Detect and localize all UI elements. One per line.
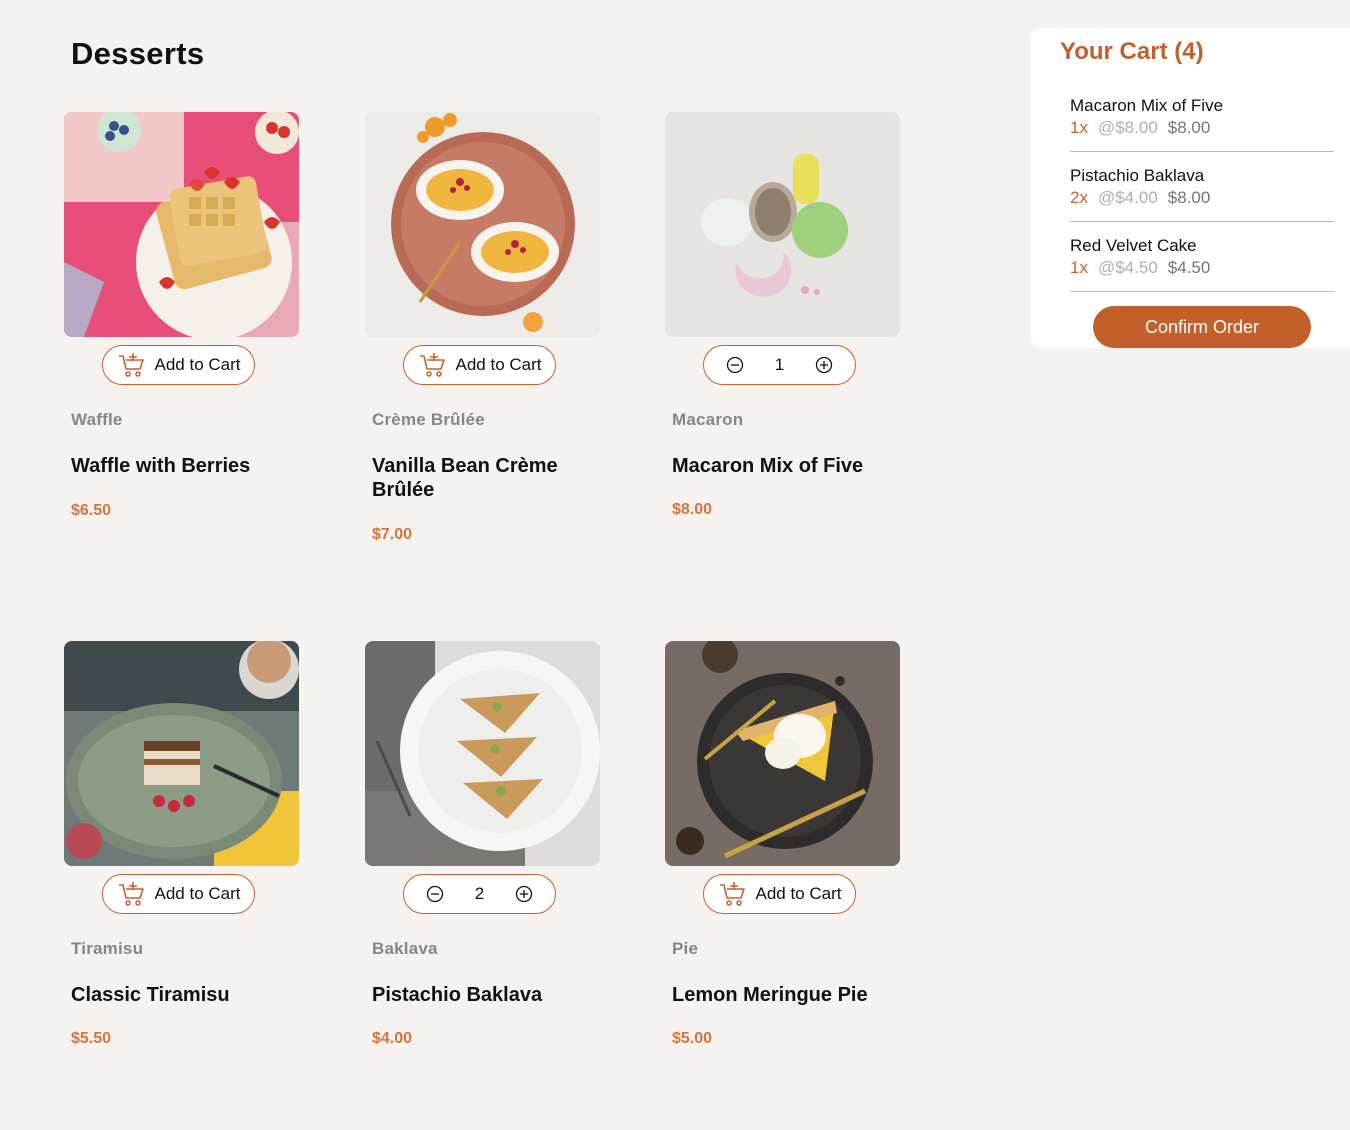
cart-item-unit-price: @$4.50 bbox=[1097, 258, 1158, 277]
decrement-button[interactable] bbox=[426, 885, 444, 903]
cart-item-qty: 2x bbox=[1070, 188, 1088, 207]
cart-item-name: Macaron Mix of Five bbox=[1070, 96, 1224, 115]
cart-item: Macaron Mix of Five 1x @$8.00 $8.00 bbox=[1070, 96, 1334, 152]
product-name: Waffle with Berries bbox=[71, 455, 251, 477]
cart-plus-icon bbox=[117, 351, 145, 379]
product-card: 2 Baklava Pistachio Baklava $4.00 bbox=[365, 641, 600, 1130]
cart-item-details: 2x @$4.00 $8.00 bbox=[1070, 188, 1210, 208]
quantity-value: 1 bbox=[774, 355, 785, 374]
quantity-stepper: 1 bbox=[703, 345, 856, 385]
product-card: Add to Cart Tiramisu Classic Tiramisu $5… bbox=[64, 641, 299, 1130]
add-to-cart-button[interactable]: Add to Cart bbox=[102, 874, 255, 914]
product-image-macaron bbox=[665, 112, 900, 337]
cart-item-total: $8.00 bbox=[1167, 118, 1211, 137]
product-image-tiramisu bbox=[64, 641, 299, 866]
product-category: Pie bbox=[672, 939, 699, 958]
product-card: Add to Cart Pie Lemon Meringue Pie $5.00 bbox=[665, 641, 900, 1130]
increment-button[interactable] bbox=[815, 356, 833, 374]
cart-item-qty: 1x bbox=[1070, 118, 1088, 137]
page-title: Desserts bbox=[71, 36, 205, 71]
product-price: $8.00 bbox=[672, 501, 713, 518]
product-price: $5.00 bbox=[672, 1030, 713, 1047]
product-card: Add to Cart Crème Brûlée Vanilla Bean Cr… bbox=[365, 112, 600, 612]
product-card: 1 Macaron Macaron Mix of Five $8.00 bbox=[665, 112, 900, 612]
product-category: Macaron bbox=[672, 410, 744, 429]
product-name: Macaron Mix of Five bbox=[672, 455, 864, 477]
minus-circle-icon bbox=[726, 356, 744, 374]
product-category: Crème Brûlée bbox=[372, 410, 485, 429]
cart-item-details: 1x @$4.50 $4.50 bbox=[1070, 258, 1210, 278]
cart-item-unit-price: @$4.00 bbox=[1097, 188, 1158, 207]
add-to-cart-label: Add to Cart bbox=[455, 355, 542, 374]
product-price: $4.00 bbox=[372, 1030, 413, 1047]
cart-plus-icon bbox=[718, 880, 746, 908]
product-image-creme-brulee bbox=[365, 112, 600, 337]
product-grid: Add to Cart Waffle Waffle with Berries $… bbox=[64, 112, 904, 1122]
cart-panel: Your Cart (4) Macaron Mix of Five 1x @$8… bbox=[1030, 28, 1350, 348]
quantity-value: 2 bbox=[474, 884, 485, 903]
minus-circle-icon bbox=[426, 885, 444, 903]
product-price: $6.50 bbox=[71, 502, 112, 519]
cart-item-total: $8.00 bbox=[1167, 188, 1211, 207]
decrement-button[interactable] bbox=[726, 356, 744, 374]
cart-item-unit-price: @$8.00 bbox=[1097, 118, 1158, 137]
cart-item-name: Red Velvet Cake bbox=[1070, 236, 1197, 255]
cart-item-name: Pistachio Baklava bbox=[1070, 166, 1205, 185]
product-image-waffle bbox=[64, 112, 299, 337]
cart-item-qty: 1x bbox=[1070, 258, 1088, 277]
plus-circle-icon bbox=[815, 356, 833, 374]
product-name: Classic Tiramisu bbox=[71, 984, 230, 1006]
product-name: Lemon Meringue Pie bbox=[672, 984, 868, 1006]
add-to-cart-button[interactable]: Add to Cart bbox=[403, 345, 556, 385]
product-image-baklava bbox=[365, 641, 600, 866]
cart-item: Red Velvet Cake 1x @$4.50 $4.50 bbox=[1070, 236, 1334, 292]
cart-item-details: 1x @$8.00 $8.00 bbox=[1070, 118, 1210, 138]
product-name: Pistachio Baklava bbox=[372, 984, 543, 1006]
cart-title: Your Cart (4) bbox=[1060, 38, 1204, 65]
product-price: $7.00 bbox=[372, 526, 413, 543]
product-card: Add to Cart Waffle Waffle with Berries $… bbox=[64, 112, 299, 612]
increment-button[interactable] bbox=[515, 885, 533, 903]
cart-item: Pistachio Baklava 2x @$4.00 $8.00 bbox=[1070, 166, 1334, 222]
product-name: Vanilla Bean Crème Brûlée bbox=[372, 455, 558, 501]
cart-plus-icon bbox=[418, 351, 446, 379]
add-to-cart-label: Add to Cart bbox=[154, 884, 241, 903]
product-category: Tiramisu bbox=[71, 939, 144, 958]
cart-plus-icon bbox=[117, 880, 145, 908]
plus-circle-icon bbox=[515, 885, 533, 903]
add-to-cart-button[interactable]: Add to Cart bbox=[102, 345, 255, 385]
confirm-order-button[interactable]: Confirm Order bbox=[1093, 306, 1311, 348]
product-image-pie bbox=[665, 641, 900, 866]
add-to-cart-label: Add to Cart bbox=[755, 884, 842, 903]
product-category: Waffle bbox=[71, 410, 123, 429]
add-to-cart-button[interactable]: Add to Cart bbox=[703, 874, 856, 914]
product-category: Baklava bbox=[372, 939, 438, 958]
quantity-stepper: 2 bbox=[403, 874, 556, 914]
add-to-cart-label: Add to Cart bbox=[154, 355, 241, 374]
cart-item-total: $4.50 bbox=[1167, 258, 1211, 277]
product-price: $5.50 bbox=[71, 1030, 112, 1047]
